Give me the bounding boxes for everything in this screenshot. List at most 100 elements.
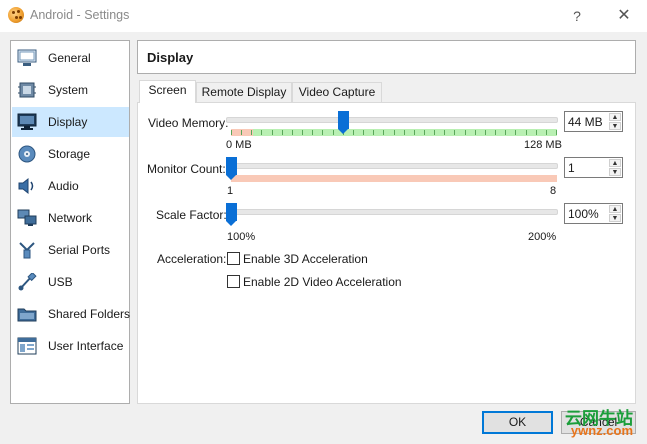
sidebar-item-general[interactable]: General: [12, 43, 129, 73]
tab-screen[interactable]: Screen: [139, 80, 196, 103]
sidebar-item-usb[interactable]: USB: [12, 267, 129, 297]
user-interface-icon: [17, 337, 37, 355]
shared-folders-icon: [17, 308, 37, 322]
sidebar-item-label: User Interface: [48, 339, 124, 353]
page-title: Display: [147, 50, 194, 65]
video-memory-tick: [231, 130, 232, 135]
app-icon: [8, 7, 24, 23]
scale-factor-value: 100%: [568, 207, 599, 221]
video-memory-tick: [281, 130, 283, 135]
video-memory-label: Video Memory:: [148, 116, 229, 130]
video-memory-min-label: 0 MB: [226, 139, 252, 151]
sidebar-item-storage[interactable]: Storage: [12, 139, 129, 169]
video-memory-tick: [271, 130, 273, 135]
sidebar-item-serial-ports[interactable]: Serial Ports: [12, 235, 129, 265]
spin-up-icon[interactable]: ▲: [609, 159, 621, 167]
video-memory-tick: [454, 130, 456, 135]
monitor-count-spinbox[interactable]: 1 ▲ ▼: [564, 157, 623, 178]
monitor-count-label: Monitor Count:: [147, 162, 226, 176]
sidebar-item-shared-folders[interactable]: Shared Folders: [12, 299, 131, 329]
settings-sidebar: General System Display Storage Audio Net…: [10, 40, 130, 404]
sidebar-item-audio[interactable]: Audio: [12, 171, 129, 201]
sidebar-item-label: Audio: [48, 179, 79, 193]
scale-factor-track: [226, 209, 558, 215]
system-icon: [18, 82, 36, 98]
video-memory-tick: [535, 130, 537, 135]
tab-remote-display[interactable]: Remote Display: [196, 82, 292, 102]
scale-factor-spinbox[interactable]: 100% ▲ ▼: [564, 203, 623, 224]
tab-video-capture[interactable]: Video Capture: [292, 82, 382, 102]
monitor-count-max-label: 8: [550, 185, 557, 197]
sidebar-item-label: USB: [48, 275, 73, 289]
spin-down-icon[interactable]: ▼: [609, 214, 621, 222]
video-memory-tick: [291, 130, 293, 135]
serial-ports-icon: [19, 242, 35, 259]
ok-button[interactable]: OK: [482, 411, 553, 434]
video-memory-tick: [413, 130, 415, 135]
close-button[interactable]: ✕: [612, 5, 636, 27]
help-button[interactable]: ?: [566, 6, 588, 26]
video-memory-ticks: [231, 130, 557, 136]
video-memory-tick: [393, 130, 395, 135]
video-memory-tick: [423, 130, 425, 135]
sidebar-item-display[interactable]: Display: [12, 107, 129, 137]
video-memory-tick: [373, 130, 375, 135]
video-memory-tick: [322, 130, 324, 135]
enable-2d-video-acceleration-checkbox[interactable]: [227, 275, 240, 288]
sidebar-item-label: Shared Folders: [48, 307, 131, 321]
video-memory-tick: [505, 130, 507, 135]
video-memory-tick: [484, 130, 486, 135]
enable-3d-acceleration-checkbox[interactable]: [227, 252, 240, 265]
acceleration-label: Acceleration:: [157, 252, 227, 266]
scale-factor-label: Scale Factor:: [156, 208, 227, 222]
scale-factor-min-label: 100%: [227, 231, 256, 243]
scale-factor-slider-handle[interactable]: [226, 203, 237, 226]
spin-up-icon[interactable]: ▲: [609, 113, 621, 121]
video-memory-tick: [515, 130, 517, 135]
video-memory-tick: [556, 130, 557, 135]
sidebar-item-label: System: [48, 83, 89, 97]
video-memory-tick: [474, 130, 476, 135]
page-header: Display: [137, 40, 636, 74]
usb-icon: [18, 273, 37, 291]
display-icon: [17, 113, 37, 130]
monitor-count-track: [226, 163, 558, 169]
cancel-button[interactable]: Cancel: [561, 411, 636, 434]
video-memory-tick: [403, 130, 405, 135]
network-icon: [17, 209, 37, 226]
sidebar-item-network[interactable]: Network: [12, 203, 129, 233]
spin-up-icon[interactable]: ▲: [609, 205, 621, 213]
video-memory-tick: [302, 130, 304, 135]
video-memory-tick: [545, 130, 547, 135]
sidebar-item-system[interactable]: System: [12, 75, 129, 105]
monitor-count-red-zone: [231, 175, 557, 182]
video-memory-tick: [261, 130, 263, 135]
video-memory-tick: [495, 130, 497, 135]
sidebar-item-user-interface[interactable]: User Interface: [12, 331, 129, 361]
video-memory-spinbox[interactable]: 44 MB ▲ ▼: [564, 111, 623, 132]
spin-down-icon[interactable]: ▼: [609, 122, 621, 130]
video-memory-tick: [352, 130, 354, 135]
sidebar-item-label: Serial Ports: [48, 243, 111, 257]
monitor-count-value: 1: [568, 161, 575, 175]
video-memory-tick: [383, 130, 385, 135]
video-memory-tick: [312, 130, 314, 135]
video-memory-slider-handle[interactable]: [337, 111, 349, 134]
video-memory-tick: [241, 130, 243, 135]
video-memory-value: 44 MB: [568, 115, 603, 129]
sidebar-item-label: Display: [48, 115, 88, 129]
monitor-count-min-label: 1: [227, 185, 234, 197]
video-memory-tick: [251, 130, 253, 135]
video-memory-track: [226, 117, 558, 123]
sidebar-item-label: General: [48, 51, 91, 65]
sidebar-item-label: Storage: [48, 147, 91, 161]
enable-3d-acceleration-label[interactable]: Enable 3D Acceleration: [243, 252, 368, 266]
window-title: Android - Settings: [30, 8, 130, 22]
video-memory-tick: [525, 130, 527, 135]
audio-icon: [18, 177, 34, 195]
sidebar-item-label: Network: [48, 211, 93, 225]
enable-2d-video-acceleration-label[interactable]: Enable 2D Video Acceleration: [243, 275, 402, 289]
video-memory-max-label: 128 MB: [524, 139, 562, 151]
spin-down-icon[interactable]: ▼: [609, 168, 621, 176]
monitor-count-slider-handle[interactable]: [226, 157, 237, 180]
